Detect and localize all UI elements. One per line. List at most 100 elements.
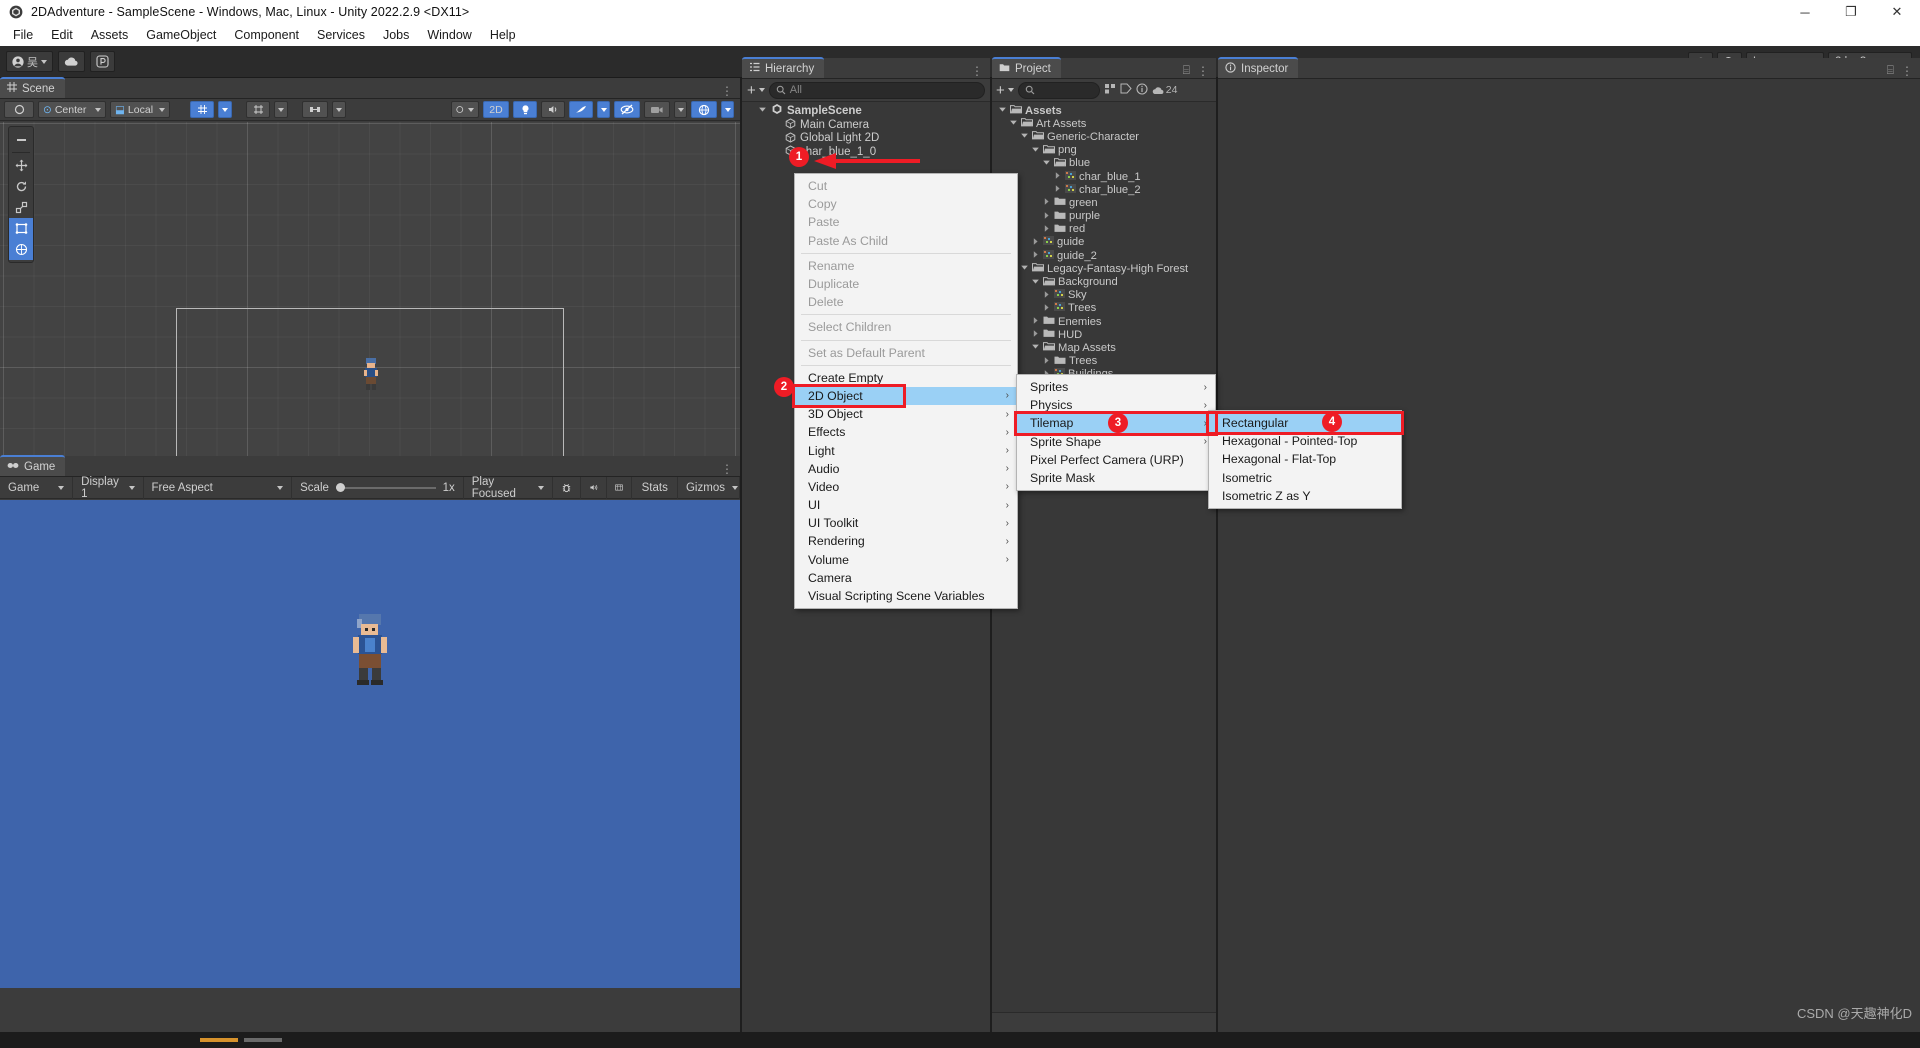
expand-triangle-icon[interactable] (1031, 237, 1040, 248)
expand-triangle-icon[interactable] (1020, 263, 1029, 274)
expand-triangle-icon[interactable] (1042, 211, 1051, 222)
game-aspect-dropdown[interactable]: Free Aspect (144, 476, 293, 499)
context-menu-item[interactable]: 3D Object › (795, 405, 1017, 423)
project-item[interactable]: Legacy-Fantasy-High Forest (992, 262, 1216, 275)
tilemap-menu-item[interactable]: Isometric (1209, 469, 1401, 487)
grid-visibility-button[interactable] (246, 101, 270, 118)
game-gizmos-dropdown[interactable]: Gizmos (678, 476, 740, 499)
expand-triangle-icon[interactable] (758, 105, 767, 116)
scene-gizmos-dropdown[interactable] (721, 101, 734, 118)
game-viewport[interactable] (0, 500, 740, 988)
tab-project[interactable]: Project (992, 57, 1061, 78)
game-scale-slider[interactable]: Scale 1x (292, 476, 464, 499)
scene-fx-button[interactable] (569, 101, 593, 118)
move-tool[interactable] (9, 155, 33, 176)
scene-visibility-button[interactable] (614, 101, 640, 118)
expand-triangle-icon[interactable] (1031, 145, 1040, 156)
context-menu-item[interactable]: Effects › (795, 423, 1017, 441)
scene-gizmos-button[interactable] (691, 101, 717, 118)
pivot-rotation-dropdown[interactable]: ⬓ Local (110, 101, 170, 118)
snap-increment-button[interactable] (302, 101, 328, 118)
menu-gameobject[interactable]: GameObject (137, 26, 225, 44)
project-item[interactable]: guide_2 (992, 249, 1216, 262)
menu-help[interactable]: Help (481, 26, 525, 44)
scale-tool[interactable] (9, 197, 33, 218)
expand-triangle-icon[interactable] (1031, 329, 1040, 340)
2d-object-menu-item[interactable]: Sprite Mask (1017, 469, 1215, 487)
context-menu-item[interactable]: UI › (795, 496, 1017, 514)
project-add-button[interactable]: + (996, 82, 1014, 99)
scene-camera-button[interactable] (644, 101, 670, 118)
tilemap-submenu[interactable]: Rectangular Hexagonal - Pointed-Top Hexago… (1208, 410, 1402, 509)
tab-inspector[interactable]: Inspector (1218, 57, 1299, 78)
draw-mode-dropdown[interactable] (451, 101, 479, 118)
scene-fx-dropdown[interactable] (597, 101, 610, 118)
scene-viewport[interactable] (0, 122, 740, 486)
context-menu-item[interactable]: UI Toolkit › (795, 514, 1017, 532)
menu-jobs[interactable]: Jobs (374, 26, 418, 44)
transform-tool[interactable] (9, 239, 33, 260)
game-playmode-dropdown[interactable]: Play Focused (464, 476, 554, 500)
project-item[interactable]: Map Assets (992, 341, 1216, 354)
scene-lighting-button[interactable] (513, 101, 537, 118)
kebab-icon[interactable]: ⋮ (1901, 64, 1913, 78)
game-debug-button[interactable] (553, 476, 582, 499)
expand-triangle-icon[interactable] (1042, 303, 1051, 314)
project-item[interactable]: Background (992, 275, 1216, 288)
game-target-dropdown[interactable]: Game (0, 476, 74, 499)
tilemap-menu-item[interactable]: Rectangular (1209, 414, 1401, 433)
project-item[interactable]: Sky (992, 289, 1216, 302)
cloud-button[interactable] (58, 51, 85, 72)
project-item[interactable]: guide (992, 236, 1216, 249)
lock-icon[interactable]: ⌸ (1887, 63, 1894, 78)
project-item[interactable]: Generic-Character (992, 130, 1216, 143)
project-search-input[interactable] (1017, 81, 1100, 99)
taskbar-item[interactable] (200, 1038, 238, 1042)
project-info-button[interactable] (1136, 82, 1148, 98)
context-menu-item[interactable]: Visual Scripting Scene Variables (795, 587, 1017, 605)
expand-triangle-icon[interactable] (1042, 356, 1051, 367)
menu-file[interactable]: File (4, 26, 42, 44)
scene-view-tool-button[interactable] (4, 101, 34, 118)
expand-triangle-icon[interactable] (1042, 290, 1051, 301)
2d-object-menu-item[interactable]: Pixel Perfect Camera (URP) (1017, 451, 1215, 469)
project-item[interactable]: Assets (992, 104, 1216, 117)
rotate-tool[interactable] (9, 176, 33, 197)
grid-visibility-dropdown[interactable] (274, 101, 288, 118)
inspector-tabbar-menu[interactable]: ⌸ ⋮ (1887, 63, 1920, 78)
grid-snap-dropdown[interactable] (218, 101, 232, 118)
project-item[interactable]: char_blue_1 (992, 170, 1216, 183)
project-item[interactable]: Trees (992, 355, 1216, 368)
context-menu-item[interactable]: Camera (795, 569, 1017, 587)
project-item[interactable]: Art Assets (992, 117, 1216, 130)
hand-tool[interactable] (9, 129, 33, 150)
expand-triangle-icon[interactable] (1009, 118, 1018, 129)
project-item[interactable]: blue (992, 157, 1216, 170)
account-button[interactable]: 吴 (6, 51, 53, 72)
maximize-button[interactable]: ❐ (1828, 0, 1874, 24)
project-item[interactable]: png (992, 144, 1216, 157)
scene-audio-button[interactable] (541, 101, 565, 118)
game-stats-button[interactable]: Stats (632, 476, 678, 499)
expand-triangle-icon[interactable] (1042, 158, 1051, 169)
context-menu-item[interactable]: 2D Object › (795, 386, 1017, 406)
rect-tool[interactable] (9, 218, 33, 239)
expand-triangle-icon[interactable] (1042, 224, 1051, 235)
menu-assets[interactable]: Assets (82, 26, 138, 44)
hierarchy-search-input[interactable]: All (768, 81, 985, 99)
hierarchy-item[interactable]: Main Camera (742, 118, 990, 132)
hierarchy-item[interactable]: Global Light 2D (742, 131, 990, 146)
toggle-2d-button[interactable]: 2D (483, 101, 509, 118)
snap-increment-dropdown[interactable] (332, 101, 346, 118)
taskbar-item[interactable] (244, 1038, 282, 1042)
game-tabbar-menu[interactable]: ⋮ (721, 462, 740, 476)
game-display-dropdown[interactable]: Display 1 (73, 476, 144, 500)
expand-triangle-icon[interactable] (1031, 250, 1040, 261)
tilemap-menu-item[interactable]: Hexagonal - Flat-Top (1209, 450, 1401, 468)
hierarchy-item[interactable]: SampleScene (742, 104, 990, 118)
project-label-button[interactable] (1120, 83, 1132, 97)
gameobject-context-menu[interactable]: Cut Copy Paste Paste As Child Rename Duplicat… (794, 173, 1018, 610)
expand-triangle-icon[interactable] (1031, 316, 1040, 327)
project-item[interactable]: purple (992, 210, 1216, 223)
collab-button[interactable] (90, 51, 115, 72)
